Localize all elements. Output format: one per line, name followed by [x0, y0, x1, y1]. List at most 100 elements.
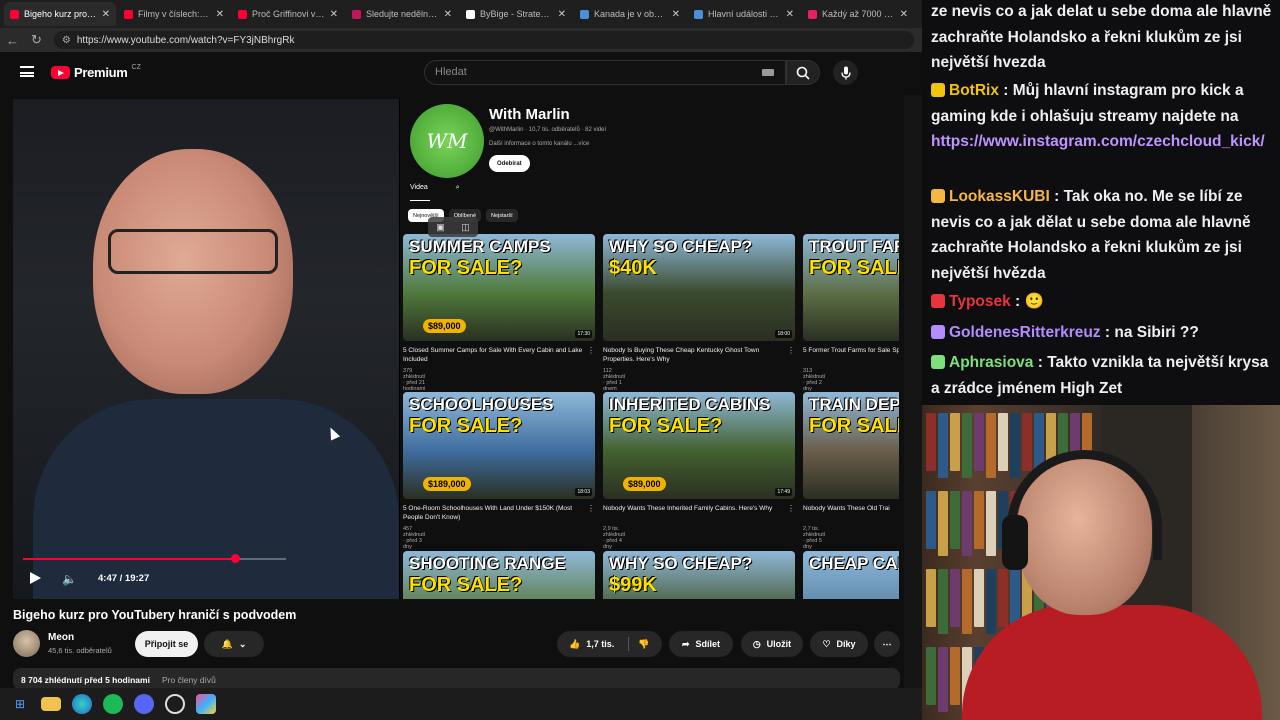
video-player[interactable]: WM With Marlin @WithMarlin · 10,7 tis. o…	[13, 99, 899, 599]
more-actions-button[interactable]: ⋯	[874, 631, 900, 657]
chat-username[interactable]: Typosek	[949, 293, 1011, 310]
thumbs-down-icon[interactable]: 👎	[638, 639, 649, 650]
miniplayer-icon[interactable]: ▣	[436, 222, 445, 233]
share-button[interactable]: ➦ Sdílet	[669, 631, 733, 657]
video-menu-icon[interactable]: ⋮	[787, 504, 795, 513]
video-card-title[interactable]: 5 Closed Summer Camps for Sale With Ever…	[403, 347, 589, 365]
like-button[interactable]: 👍 1,7 tis. 👎	[557, 631, 662, 657]
search-button[interactable]	[786, 60, 820, 85]
channel-description[interactable]: Další informace o tomto kanálu ...více	[489, 141, 589, 147]
tab-favicon-icon	[238, 9, 247, 19]
tab-close-icon[interactable]: ✕	[330, 9, 338, 20]
chat-link[interactable]: https://www.instagram.com/czechcloud_kic…	[931, 133, 1265, 150]
video-card-meta: 2,7 tis. zhlédnutí · před 5 dny	[803, 526, 826, 550]
browser-tab[interactable]: Hlavní události — ČT ✕	[688, 2, 800, 26]
keyboard-icon[interactable]	[762, 69, 774, 76]
video-thumbnail[interactable]: WHY SO CHEAP? $99K	[603, 551, 795, 599]
tab-close-icon[interactable]: ✕	[102, 9, 110, 20]
tab-title: Filmy v číslech: SPIDER	[138, 9, 211, 19]
book-spine	[926, 491, 936, 549]
browser-tab[interactable]: Proč Griffinovi všechno ✕	[232, 2, 344, 26]
chat-username[interactable]: Aphrasiova	[949, 354, 1033, 371]
windows-start-icon[interactable]: ⊞	[10, 694, 30, 714]
chevron-down-icon: ⌄	[238, 638, 247, 649]
spotify-icon[interactable]	[103, 694, 123, 714]
video-thumbnail[interactable]: SCHOOLHOUSES FOR SALE? $189,000 18:03	[403, 392, 595, 499]
discord-icon[interactable]	[134, 694, 154, 714]
edge-browser-icon[interactable]	[72, 694, 92, 714]
video-card-title[interactable]: Nobody Wants These Old Trai	[803, 505, 899, 514]
tab-videos[interactable]: Videa	[410, 184, 428, 192]
share-label: Sdílet	[695, 639, 721, 649]
chat-badge-icon	[931, 355, 945, 369]
chat-username[interactable]: GoldenesRitterkreuz	[949, 324, 1101, 341]
channel-subscribe-button[interactable]: Odebírat	[489, 155, 530, 172]
tab-close-icon[interactable]: ✕	[900, 9, 908, 20]
browser-tab[interactable]: Filmy v číslech: SPIDER ✕	[118, 2, 230, 26]
channel-search-icon[interactable]: ⌕	[456, 184, 460, 192]
video-menu-icon[interactable]: ⋮	[587, 504, 595, 513]
video-card-title[interactable]: Nobody Is Buying These Cheap Kentucky Gh…	[603, 347, 789, 365]
thumbnail-price: $89,000	[623, 477, 666, 491]
progress-scrubber[interactable]	[231, 554, 240, 563]
url-field[interactable]: ⚙ https://www.youtube.com/watch?v=FY3jNB…	[53, 31, 914, 49]
site-info-icon[interactable]: ⚙	[62, 35, 71, 46]
search-input[interactable]: Hledat	[424, 60, 786, 85]
book-spine	[950, 647, 960, 705]
video-card-meta: 112 zhlédnutí · před 1 dnem	[603, 368, 626, 392]
cast-icon[interactable]: ◫	[461, 222, 470, 233]
browser-tab[interactable]: Sledujte nedělní speciál ✕	[346, 2, 458, 26]
video-thumbnail[interactable]: SHOOTING RANGE FOR SALE?	[403, 551, 595, 599]
chat-badge-icon	[931, 189, 945, 203]
video-title: Bigeho kurz pro YouTubery hraničí s podv…	[13, 608, 297, 622]
voice-search-button[interactable]	[833, 60, 858, 85]
browser-tab[interactable]: ByBige - Strategický ✕	[460, 2, 572, 26]
browser-tab[interactable]: Bigeho kurz pro YouTubery ✕	[4, 2, 116, 26]
video-thumbnail[interactable]: INHERITED CABINS FOR SALE? $89,000 17:49	[603, 392, 795, 499]
book-spine	[962, 413, 972, 478]
tab-close-icon[interactable]: ✕	[216, 9, 224, 20]
video-thumbnail[interactable]: SUMMER CAMPS FOR SALE? $89,000 17:30	[403, 234, 595, 341]
copilot-icon[interactable]	[196, 694, 216, 714]
menu-icon[interactable]	[20, 66, 34, 77]
presenter-glasses	[108, 229, 278, 274]
youtube-logo[interactable]: Premium CZ	[51, 64, 141, 80]
channel-tabs: Videa ⌕	[410, 184, 460, 192]
windows-taskbar: ⊞	[0, 688, 922, 720]
video-thumbnail[interactable]: TROUT FARMSFOR SALE?	[803, 234, 899, 341]
sort-chip[interactable]: Nejstarší	[486, 209, 518, 222]
video-card-title[interactable]: 5 Former Trout Farms for Sale Springs	[803, 347, 899, 356]
tab-close-icon[interactable]: ✕	[444, 9, 452, 20]
channel-avatar[interactable]: WM	[410, 104, 484, 178]
reload-icon[interactable]: ↻	[31, 32, 42, 48]
play-icon[interactable]	[30, 572, 41, 584]
join-button[interactable]: Připojit se	[135, 631, 198, 657]
video-menu-icon[interactable]: ⋮	[587, 346, 595, 355]
video-duration: 17:30	[575, 330, 592, 338]
owner-avatar[interactable]	[13, 630, 40, 657]
browser-tab[interactable]: Každý až 7000 Kč roč ✕	[802, 2, 914, 26]
save-button[interactable]: ◷ Uložit	[741, 631, 803, 657]
obs-icon[interactable]	[165, 694, 185, 714]
chat-message: LookassKUBI : Tak oka no. Me se líbí ze …	[931, 184, 1273, 286]
back-icon[interactable]: ←	[6, 33, 19, 48]
notifications-button[interactable]: 🔔 ⌄	[204, 631, 264, 657]
tab-close-icon[interactable]: ✕	[672, 9, 680, 20]
thanks-button[interactable]: ♡ Díky	[810, 631, 868, 657]
video-menu-icon[interactable]: ⋮	[787, 346, 795, 355]
tab-close-icon[interactable]: ✕	[786, 9, 794, 20]
video-thumbnail[interactable]: TRAIN DEPOTSFOR SALE?	[803, 392, 899, 499]
browser-tab[interactable]: Kanada je v obchodní ✕	[574, 2, 686, 26]
owner-name[interactable]: Meon	[48, 632, 74, 643]
volume-icon[interactable]: 🔈	[62, 572, 77, 586]
video-thumbnail[interactable]: CHEAP CALIFOR	[803, 551, 899, 599]
video-thumbnail[interactable]: WHY SO CHEAP? $40K 18:00	[603, 234, 795, 341]
tab-close-icon[interactable]: ✕	[558, 9, 566, 20]
bell-icon: 🔔	[221, 638, 233, 649]
video-card-title[interactable]: Nobody Wants These Inherited Family Cabi…	[603, 505, 789, 514]
chat-username[interactable]: LookassKUBI	[949, 188, 1050, 205]
chat-username[interactable]: BotRix	[949, 82, 999, 99]
chat-colon: :	[1010, 293, 1025, 310]
file-explorer-icon[interactable]	[41, 697, 61, 711]
video-card-title[interactable]: 5 One-Room Schoolhouses With Land Under …	[403, 505, 589, 523]
